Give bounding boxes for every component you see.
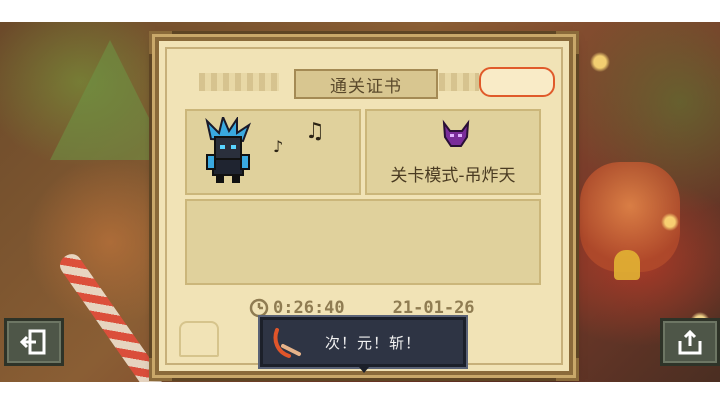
- frame-corner: [149, 358, 172, 381]
- demon-helmet-icon: [442, 119, 470, 147]
- frame-corner: [556, 31, 579, 54]
- certificate-title-banner: 通关证书: [294, 69, 438, 99]
- game-screen: 通关证书 ♪ ♫ 关卡模式-吊炸天 0:26:40 21-01-26 次！元！斩…: [0, 22, 720, 382]
- frame-corner: [149, 31, 172, 54]
- scroll-ornament: [199, 73, 279, 91]
- music-notes-icon: ♫: [305, 119, 325, 144]
- gift-ornament: [179, 321, 219, 357]
- share-button[interactable]: [660, 318, 720, 366]
- clear-time: 0:26:40: [273, 298, 345, 318]
- exit-button[interactable]: [4, 318, 64, 366]
- clear-date: 21-01-26: [392, 298, 475, 318]
- extra-info-panel: [185, 199, 541, 285]
- clock-icon: [249, 298, 269, 318]
- hero-panel: ♪ ♫: [185, 109, 361, 195]
- exit-icon: [20, 329, 46, 355]
- mode-panel: 关卡模式-吊炸天: [365, 109, 541, 195]
- achievement-banner: 次！元！斩！: [260, 317, 466, 373]
- share-icon: [678, 329, 702, 355]
- background-christmas-tree: [50, 40, 170, 160]
- scroll-ornament: [439, 73, 479, 91]
- game-logo-stamp: [479, 67, 555, 97]
- frame-corner: [556, 358, 579, 381]
- certificate-title: 通关证书: [330, 76, 402, 97]
- sword-slash-icon: [273, 328, 301, 358]
- mode-label: 关卡模式-吊炸天: [390, 166, 516, 186]
- achievement-text: 次！元！斩！: [325, 333, 422, 352]
- hero-sprite-icon: [205, 117, 252, 183]
- music-note-icon: ♪: [273, 137, 284, 156]
- banner-pointer: [359, 367, 369, 373]
